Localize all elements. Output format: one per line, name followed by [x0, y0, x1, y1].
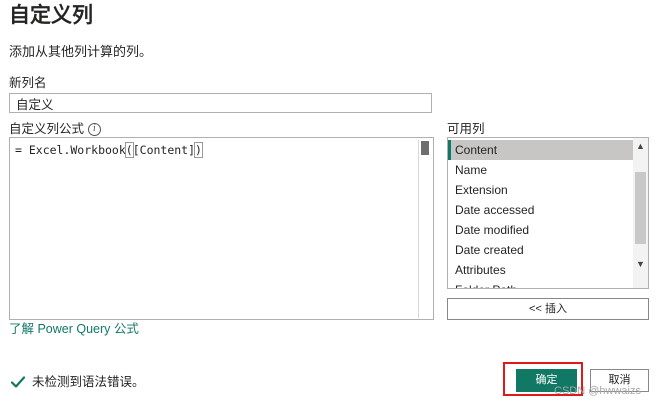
formula-args: [Content] [132, 143, 196, 157]
formula-label: 自定义列公式 [9, 122, 85, 136]
dialog-title: 自定义列 [9, 4, 93, 27]
editor-scrollbar-thumb[interactable] [421, 141, 429, 155]
watermark: CSDN @hwwaizs [554, 385, 641, 397]
formula-prefix: = Excel.Workbook [15, 143, 126, 157]
list-item[interactable]: Folder Path [448, 280, 633, 288]
list-item[interactable]: Date modified [448, 220, 633, 240]
check-icon [10, 376, 26, 388]
list-item[interactable]: Content [448, 140, 633, 160]
new-column-name-input[interactable] [9, 93, 432, 113]
editor-scroll-track [418, 140, 419, 318]
formula-editor[interactable]: = Excel.Workbook([Content]) [9, 137, 434, 320]
formula-paren-open: ( [124, 142, 134, 158]
info-icon[interactable]: i [88, 123, 101, 136]
formula-paren-close: ) [194, 142, 203, 158]
list-scrollbar-thumb[interactable] [635, 172, 646, 244]
list-item[interactable]: Attributes [448, 260, 633, 280]
available-columns-list[interactable]: Content Name Extension Date accessed Dat… [447, 137, 649, 289]
insert-button[interactable]: << 插入 [447, 298, 649, 320]
new-column-label: 新列名 [9, 76, 47, 90]
learn-power-query-link[interactable]: 了解 Power Query 公式 [9, 321, 139, 337]
list-item[interactable]: Name [448, 160, 633, 180]
available-columns-label: 可用列 [447, 122, 485, 136]
scroll-up-icon[interactable]: ▲ [635, 140, 646, 152]
scroll-down-icon[interactable]: ▼ [635, 258, 646, 270]
list-item[interactable]: Date created [448, 240, 633, 260]
formula-code[interactable]: = Excel.Workbook([Content]) [15, 142, 203, 158]
list-scrollbar[interactable]: ▲ ▼ [633, 138, 648, 288]
dialog-subtitle: 添加从其他列计算的列。 [9, 44, 153, 59]
list-item[interactable]: Date accessed [448, 200, 633, 220]
list-item[interactable]: Extension [448, 180, 633, 200]
syntax-status: 未检测到语法错误。 [32, 375, 145, 389]
